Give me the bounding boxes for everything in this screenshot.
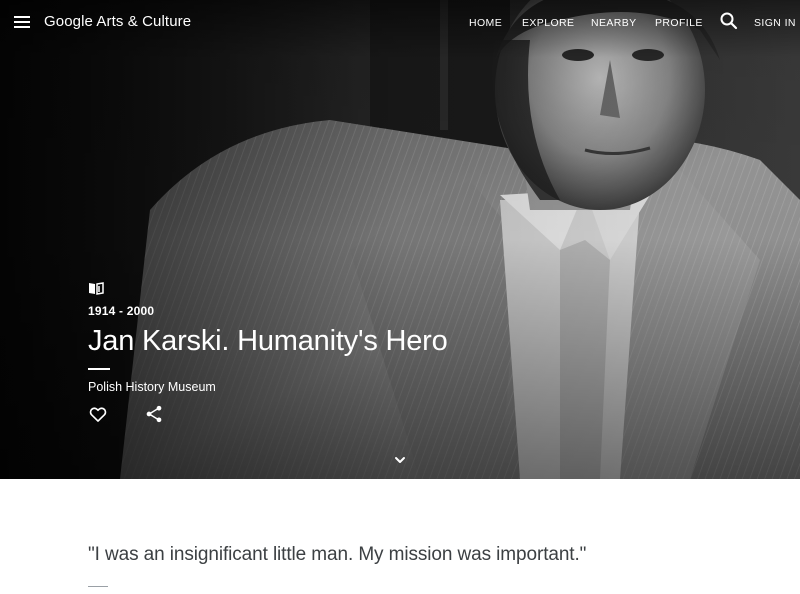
- nav-home[interactable]: HOME: [469, 17, 502, 29]
- top-navigation-bar: Google Arts & Culture HOME EXPLORE NEARB…: [0, 0, 800, 44]
- share-icon[interactable]: [144, 404, 164, 424]
- nav-profile[interactable]: PROFILE: [655, 17, 703, 29]
- title-divider: [88, 368, 110, 370]
- story-quote: "I was an insignificant little man. My m…: [88, 544, 587, 565]
- sign-in-link[interactable]: SIGN IN: [754, 17, 796, 29]
- hero-photo: [0, 0, 800, 479]
- story-title: Jan Karski. Humanity's Hero: [88, 325, 448, 357]
- chevron-down-icon[interactable]: [392, 452, 408, 468]
- quote-divider: [88, 586, 108, 587]
- story-book-icon: [88, 282, 104, 295]
- hero-section: Google Arts & Culture HOME EXPLORE NEARB…: [0, 0, 800, 479]
- nav-explore[interactable]: EXPLORE: [522, 17, 574, 29]
- story-dates: 1914 - 2000: [88, 304, 155, 318]
- nav-nearby[interactable]: NEARBY: [591, 17, 637, 29]
- partner-link[interactable]: Polish History Museum: [88, 380, 216, 394]
- brand-logo[interactable]: Google Arts & Culture: [44, 13, 191, 30]
- menu-icon[interactable]: [12, 12, 32, 32]
- search-icon[interactable]: [719, 11, 739, 31]
- heart-outline-icon[interactable]: [88, 404, 108, 424]
